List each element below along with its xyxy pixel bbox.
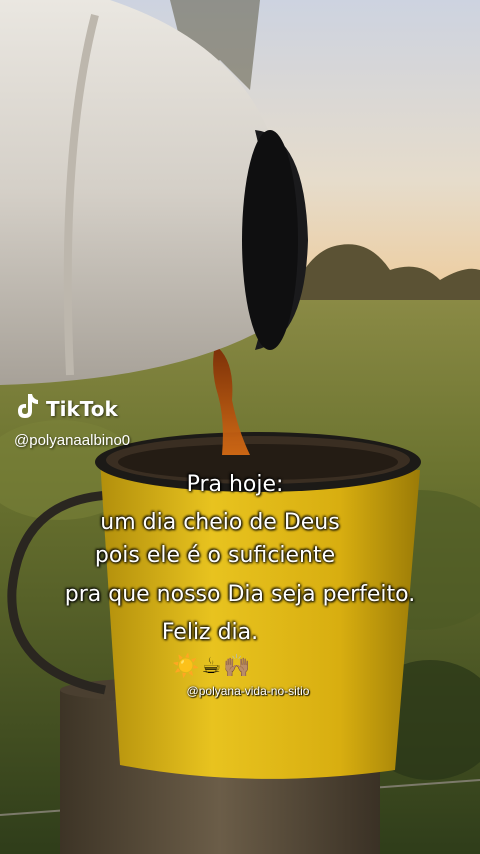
background-photo	[0, 0, 480, 854]
tiktok-brand: TikTok	[46, 396, 118, 421]
emoji-row: ☀️☕🙌🏽	[172, 654, 253, 679]
tiktok-logo: TikTok	[14, 392, 118, 425]
caption-line-2: um dia cheio de Deus	[100, 510, 340, 535]
sub-handle: @polyana-vida-no-sitio	[186, 684, 310, 698]
caption-line-3: pois ele é o suficiente	[94, 543, 336, 568]
caption-line-5: Feliz dia.	[161, 620, 259, 645]
caption-line-4: pra que nosso Dia seja perfeito.	[64, 582, 416, 607]
creator-handle[interactable]: @polyanaalbino0	[14, 432, 130, 449]
caption-line-1: Pra hoje:	[186, 472, 284, 497]
tiktok-note-icon	[14, 392, 40, 425]
